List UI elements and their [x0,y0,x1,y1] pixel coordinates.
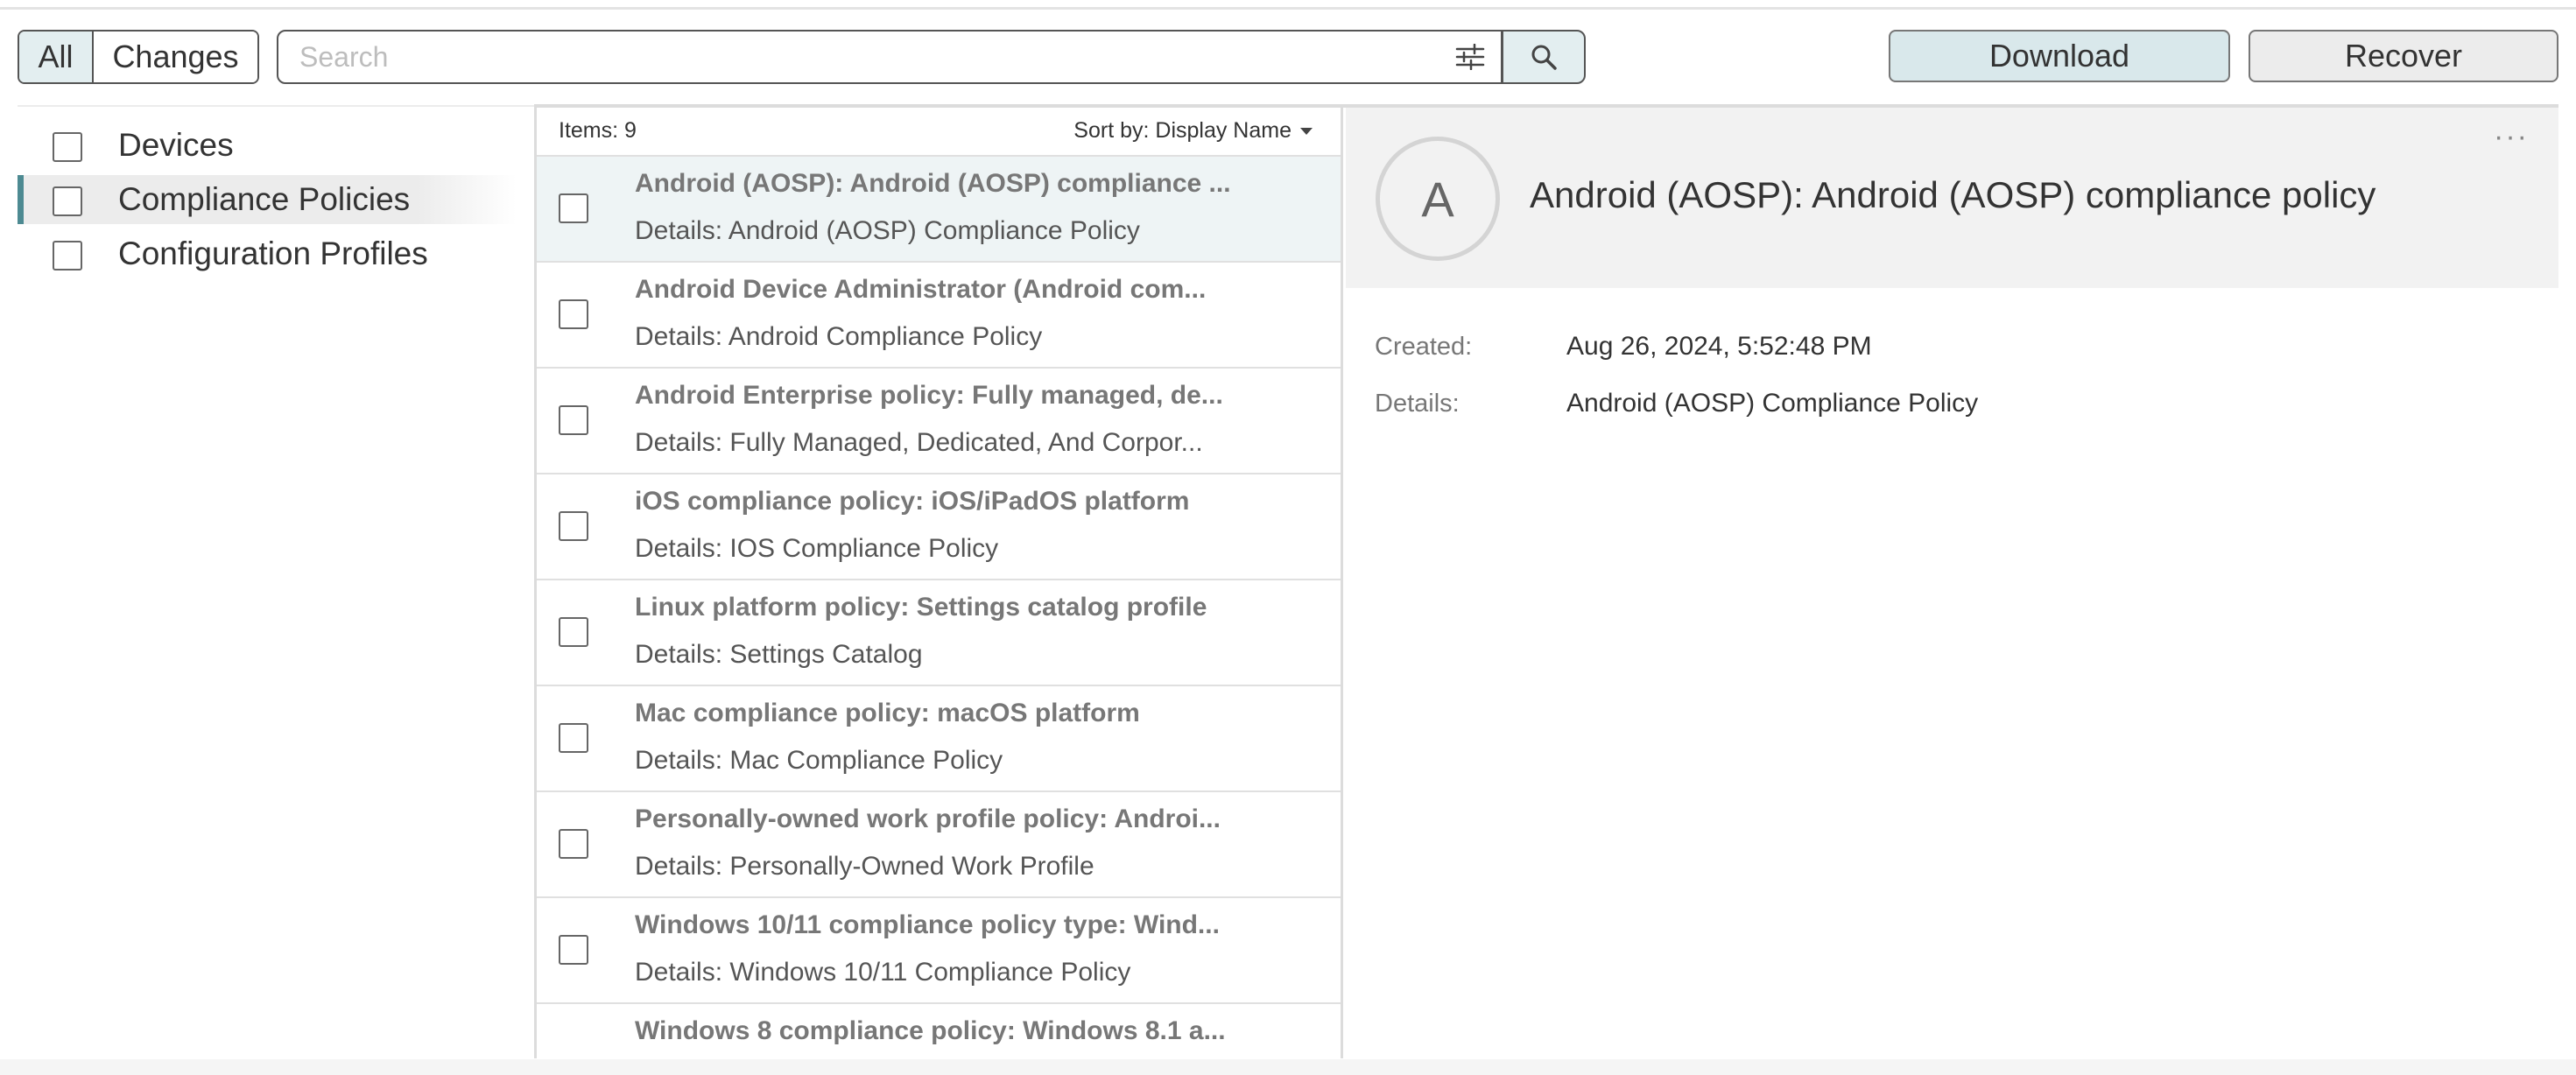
view-segmented-control: All Changes [18,30,259,84]
row-title: Android Device Administrator (Android co… [635,275,1207,304]
sidebar-item-devices[interactable]: Devices [18,121,517,170]
row-title: Mac compliance policy: macOS platform [635,699,1140,727]
row-title: Linux platform policy: Settings catalog … [635,593,1207,622]
recover-button[interactable]: Recover [2249,30,2558,82]
row-checkbox[interactable] [559,299,588,329]
row-title: iOS compliance policy: iOS/iPadOS platfo… [635,487,1190,516]
bottom-bar [0,1059,2576,1075]
magnifier-icon [1531,45,1557,70]
details-label: Details: [1375,390,1460,418]
row-details: Details: Windows 10/11 Compliance Policy [635,958,1131,987]
search-input[interactable] [278,32,1417,82]
row-details: Details: Fully Managed, Dedicated, And C… [635,428,1203,457]
list-item[interactable]: iOS compliance policy: iOS/iPadOS platfo… [537,473,1341,579]
row-title: Android Enterprise policy: Fully managed… [635,381,1223,410]
sidebar-item-label: Devices [118,127,234,163]
created-value: Aug 26, 2024, 5:52:48 PM [1566,332,1872,361]
items-count: Items: 9 [559,118,637,143]
caret-down-icon [1300,127,1313,135]
list-item[interactable]: Android Device Administrator (Android co… [537,261,1341,367]
list-item[interactable]: Linux platform policy: Settings catalog … [537,579,1341,685]
search-button[interactable] [1502,30,1586,84]
sidebar-item-label: Configuration Profiles [118,235,428,271]
row-details: Details: Personally-Owned Work Profile [635,852,1094,881]
row-title: Android (AOSP): Android (AOSP) complianc… [635,169,1231,198]
row-details: Details: Android Compliance Policy [635,322,1043,351]
list-item[interactable]: Android (AOSP): Android (AOSP) complianc… [537,155,1341,261]
list-item[interactable]: Mac compliance policy: macOS platform De… [537,685,1341,790]
row-title: Personally-owned work profile policy: An… [635,804,1221,833]
policy-list: Items: 9 Sort by: Display Name Android (… [534,106,1343,1058]
row-checkbox[interactable] [559,193,588,223]
list-item[interactable]: Windows 10/11 compliance policy type: Wi… [537,896,1341,1002]
avatar: A [1376,137,1500,261]
detail-title: Android (AOSP): Android (AOSP) complianc… [1530,174,2376,215]
row-checkbox[interactable] [559,935,588,965]
row-checkbox[interactable] [559,511,588,541]
sidebar-item-configuration-profiles[interactable]: Configuration Profiles [18,229,517,278]
row-checkbox[interactable] [559,723,588,753]
ellipsis-icon[interactable]: ··· [2494,120,2529,154]
search-box [277,30,1503,84]
sort-dropdown[interactable]: Sort by: Display Name [1073,118,1313,144]
segment-all[interactable]: All [19,32,94,82]
row-checkbox[interactable] [559,617,588,647]
segment-changes[interactable]: Changes [94,32,257,82]
row-details: Details: IOS Compliance Policy [635,534,999,563]
row-title: Windows 10/11 compliance policy type: Wi… [635,910,1220,939]
list-item[interactable]: Android Enterprise policy: Fully managed… [537,367,1341,473]
compliance-policies-checkbox[interactable] [53,186,82,216]
download-button[interactable]: Download [1889,30,2230,82]
list-item[interactable]: Personally-owned work profile policy: An… [537,790,1341,896]
list-header: Items: 9 Sort by: Display Name [537,106,1341,157]
configuration-profiles-checkbox[interactable] [53,241,82,271]
row-details: Details: Mac Compliance Policy [635,746,1003,775]
sort-label: Sort by: Display Name [1073,118,1292,143]
row-checkbox[interactable] [559,829,588,859]
sidebar-item-label: Compliance Policies [118,181,411,217]
row-details: Details: Android (AOSP) Compliance Polic… [635,216,1140,245]
row-details: Details: Settings Catalog [635,640,923,669]
sidebar-divider [18,105,534,107]
list-item[interactable]: Windows 8 compliance policy: Windows 8.1… [537,1002,1341,1058]
devices-checkbox[interactable] [53,132,82,162]
details-value: Android (AOSP) Compliance Policy [1566,389,1979,418]
row-checkbox[interactable] [559,405,588,435]
row-title: Windows 8 compliance policy: Windows 8.1… [635,1016,1226,1045]
created-label: Created: [1375,333,1473,361]
sliders-icon[interactable] [1455,44,1485,70]
detail-header: A Android (AOSP): Android (AOSP) complia… [1346,108,2558,288]
top-divider [0,7,2576,10]
sidebar-item-compliance-policies[interactable]: Compliance Policies [18,175,517,224]
